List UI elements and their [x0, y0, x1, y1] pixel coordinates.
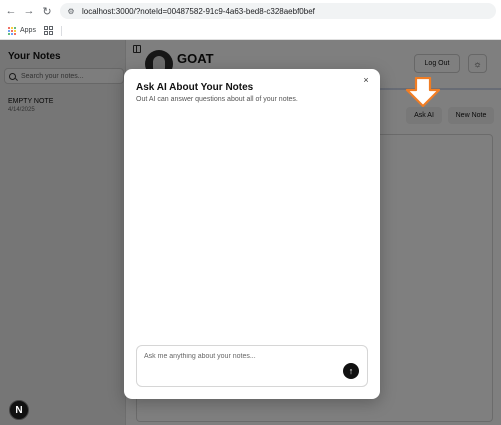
nextjs-badge[interactable]: N [9, 400, 29, 420]
site-info-icon[interactable]: ⚙ [66, 6, 76, 16]
chat-messages [136, 109, 368, 337]
apps-icon[interactable] [8, 26, 16, 35]
arrow-right-icon[interactable]: → [20, 0, 38, 22]
arrow-up-icon: ↑ [348, 366, 354, 376]
arrow-left-icon[interactable]: ← [2, 0, 20, 22]
reload-icon[interactable]: ↻ [38, 0, 56, 22]
chat-input-box[interactable]: ↑ [136, 345, 368, 387]
bookmarks-bar: Apps [0, 22, 501, 40]
question-input[interactable] [144, 353, 334, 377]
ask-ai-dialog: Ask AI About Your Notes Out AI can answe… [124, 69, 380, 399]
tab-groups-icon[interactable] [43, 26, 53, 35]
dialog-title: Ask AI About Your Notes [136, 82, 254, 93]
browser-toolbar: ← → ↻ ⚙ localhost:3000/?noteId=00487582-… [0, 0, 501, 22]
bookmark-divider [60, 25, 62, 36]
close-icon[interactable]: × [361, 75, 371, 85]
dialog-subtitle: Out AI can answer questions about all of… [136, 96, 298, 103]
send-button[interactable]: ↑ [343, 363, 359, 379]
address-bar[interactable]: ⚙ localhost:3000/?noteId=00487582-91c9-4… [60, 3, 496, 19]
url-text: localhost:3000/?noteId=00487582-91c9-4a6… [82, 6, 315, 16]
apps-bookmark[interactable]: Apps [20, 27, 36, 34]
down-arrow-icon [405, 77, 441, 107]
